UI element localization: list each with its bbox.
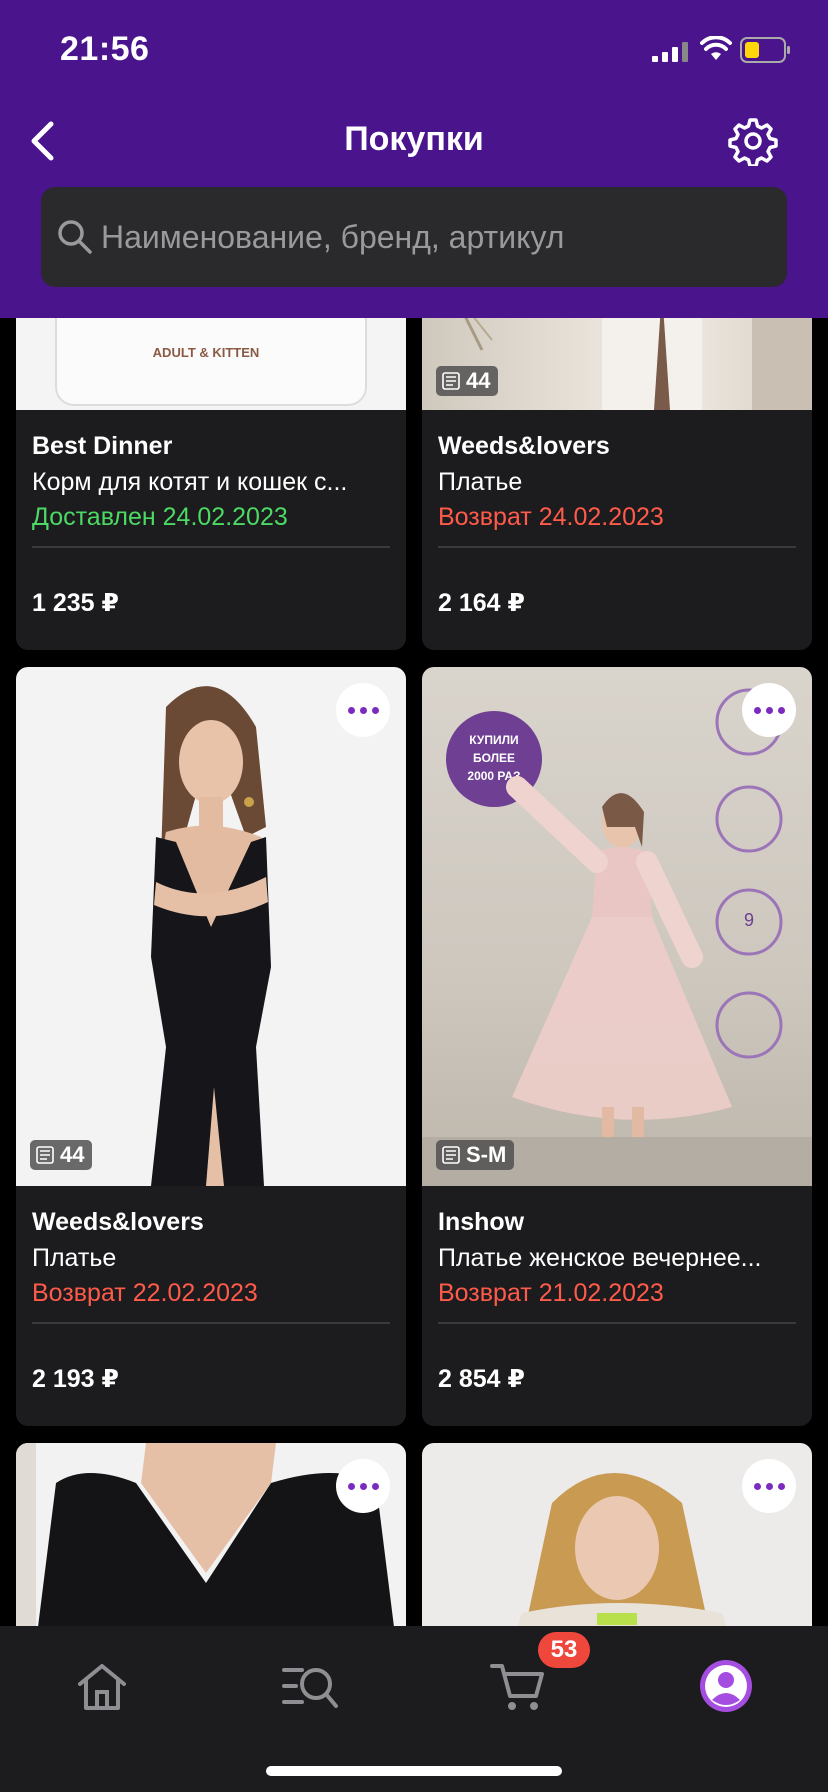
size-value: S-M bbox=[466, 1142, 507, 1167]
header: 21:56 Покупки bbox=[0, 0, 828, 318]
search-bar[interactable] bbox=[41, 187, 787, 287]
product-name: Корм для котят и кошек с... bbox=[32, 468, 348, 496]
size-value: 44 bbox=[60, 1142, 85, 1167]
catalog-search-icon[interactable] bbox=[280, 1656, 340, 1716]
more-options-button[interactable] bbox=[336, 1459, 390, 1513]
status-bar: 21:56 bbox=[0, 0, 828, 100]
black-dress-photo-image bbox=[151, 686, 271, 1186]
product-card[interactable]: КУПИЛИ БОЛЕЕ 2000 РАЗ 9 S-M Inshow Плать… bbox=[422, 667, 812, 1426]
list-icon bbox=[442, 372, 460, 390]
size-value: 44 bbox=[466, 368, 491, 393]
order-status: Возврат 22.02.2023 bbox=[32, 1279, 258, 1307]
search-input[interactable] bbox=[101, 207, 761, 267]
product-brand: Weeds&lovers bbox=[32, 1208, 204, 1236]
product-photo bbox=[16, 1443, 406, 1643]
product-card[interactable] bbox=[16, 1443, 406, 1643]
size-badge: 44 bbox=[30, 1140, 93, 1170]
battery-icon bbox=[740, 37, 790, 63]
order-status: Доставлен 24.02.2023 bbox=[32, 503, 288, 531]
product-card[interactable] bbox=[422, 1443, 812, 1643]
product-photo: 44 bbox=[16, 667, 406, 1186]
wifi-icon bbox=[700, 36, 732, 60]
size-badge: 44 bbox=[436, 366, 499, 396]
product-name: Платье bbox=[32, 1244, 117, 1272]
more-options-button[interactable] bbox=[742, 683, 796, 737]
product-price: 2 193 ₽ bbox=[32, 1365, 119, 1393]
divider bbox=[438, 546, 796, 548]
pink-dress-photo-image: КУПИЛИ БОЛЕЕ 2000 РАЗ 9 bbox=[422, 688, 812, 1186]
product-photo: КУПИЛИ БОЛЕЕ 2000 РАЗ 9 S-M bbox=[422, 667, 812, 1186]
size-badge: S-M bbox=[436, 1140, 515, 1170]
gear-icon[interactable] bbox=[728, 116, 778, 166]
title-row: Покупки bbox=[0, 110, 828, 170]
cart-icon[interactable] bbox=[488, 1656, 548, 1716]
product-photo bbox=[422, 1443, 812, 1643]
cellular-signal-icon bbox=[652, 42, 688, 62]
product-price: 1 235 ₽ bbox=[32, 589, 119, 617]
cart-count-badge: 53 bbox=[538, 1632, 590, 1668]
product-brand: Inshow bbox=[438, 1208, 525, 1236]
product-card[interactable]: 44 Weeds&lovers Платье Возврат 22.02.202… bbox=[16, 667, 406, 1426]
order-status: Возврат 21.02.2023 bbox=[438, 1279, 664, 1307]
divider bbox=[32, 546, 390, 548]
order-status: Возврат 24.02.2023 bbox=[438, 503, 664, 531]
home-icon[interactable] bbox=[72, 1656, 132, 1716]
product-price: 2 854 ₽ bbox=[438, 1365, 525, 1393]
product-price: 2 164 ₽ bbox=[438, 589, 525, 617]
page-title: Покупки bbox=[344, 120, 484, 158]
product-brand: Weeds&lovers bbox=[438, 432, 610, 460]
list-icon bbox=[442, 1146, 460, 1164]
svg-text:БОЛЕЕ: БОЛЕЕ bbox=[473, 751, 515, 765]
divider bbox=[32, 1322, 390, 1324]
divider bbox=[438, 1322, 796, 1324]
status-time: 21:56 bbox=[60, 30, 150, 68]
product-brand: Best Dinner bbox=[32, 432, 173, 460]
svg-text:9: 9 bbox=[744, 910, 754, 930]
profile-icon[interactable] bbox=[696, 1656, 756, 1716]
home-indicator bbox=[266, 1766, 562, 1776]
product-name: Платье женское вечернее... bbox=[438, 1244, 762, 1272]
list-icon bbox=[36, 1146, 54, 1164]
package-label: ADULT & KITTEN bbox=[153, 345, 260, 360]
more-options-button[interactable] bbox=[336, 683, 390, 737]
svg-text:КУПИЛИ: КУПИЛИ bbox=[469, 733, 518, 747]
product-name: Платье bbox=[438, 468, 523, 496]
search-icon bbox=[58, 220, 92, 254]
more-options-button[interactable] bbox=[742, 1459, 796, 1513]
